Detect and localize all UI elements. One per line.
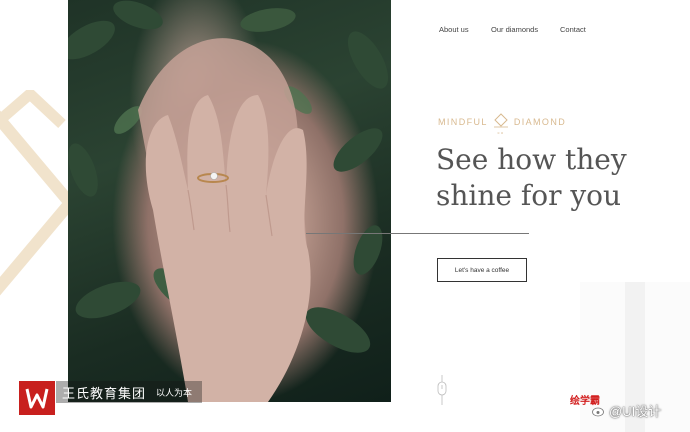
watermark-org-name: 王氏教育集团 [62,385,147,401]
cta-coffee-button[interactable]: Let's have a coffee [437,258,527,282]
weibo-icon [592,407,604,416]
hand-ring-illustration [68,0,389,402]
nav-our-diamonds[interactable]: Our diamonds [491,25,538,34]
scroll-indicator-icon[interactable] [436,375,448,407]
watermark-slogan: 以人为本 [156,387,193,398]
brand-mark-caption: co [497,130,504,135]
watermark-org: 王氏教育集团 以人为本 [56,381,203,403]
headline-line-2: shine for you [436,179,622,212]
watermark-weibo-text: @UI设计 [609,404,662,419]
brand-logo[interactable]: MINDFUL co DIAMOND [438,111,567,135]
brand-word-right: DIAMOND [513,117,567,127]
w-logo-icon [25,388,49,409]
watermark-logo [19,381,55,415]
brand-word-left: MINDFUL [438,117,488,127]
hero-headline: See how they shine for you [436,142,666,214]
nav-about-us[interactable]: About us [439,25,469,34]
headline-line-1: See how they [436,143,627,176]
diamond-logo-icon: co [493,113,508,135]
watermark-weibo: @UI设计 [592,401,661,420]
decorative-diamond-top [0,90,66,129]
divider-line [306,233,529,234]
nav-contact[interactable]: Contact [560,25,586,34]
hero-photo [68,0,391,402]
